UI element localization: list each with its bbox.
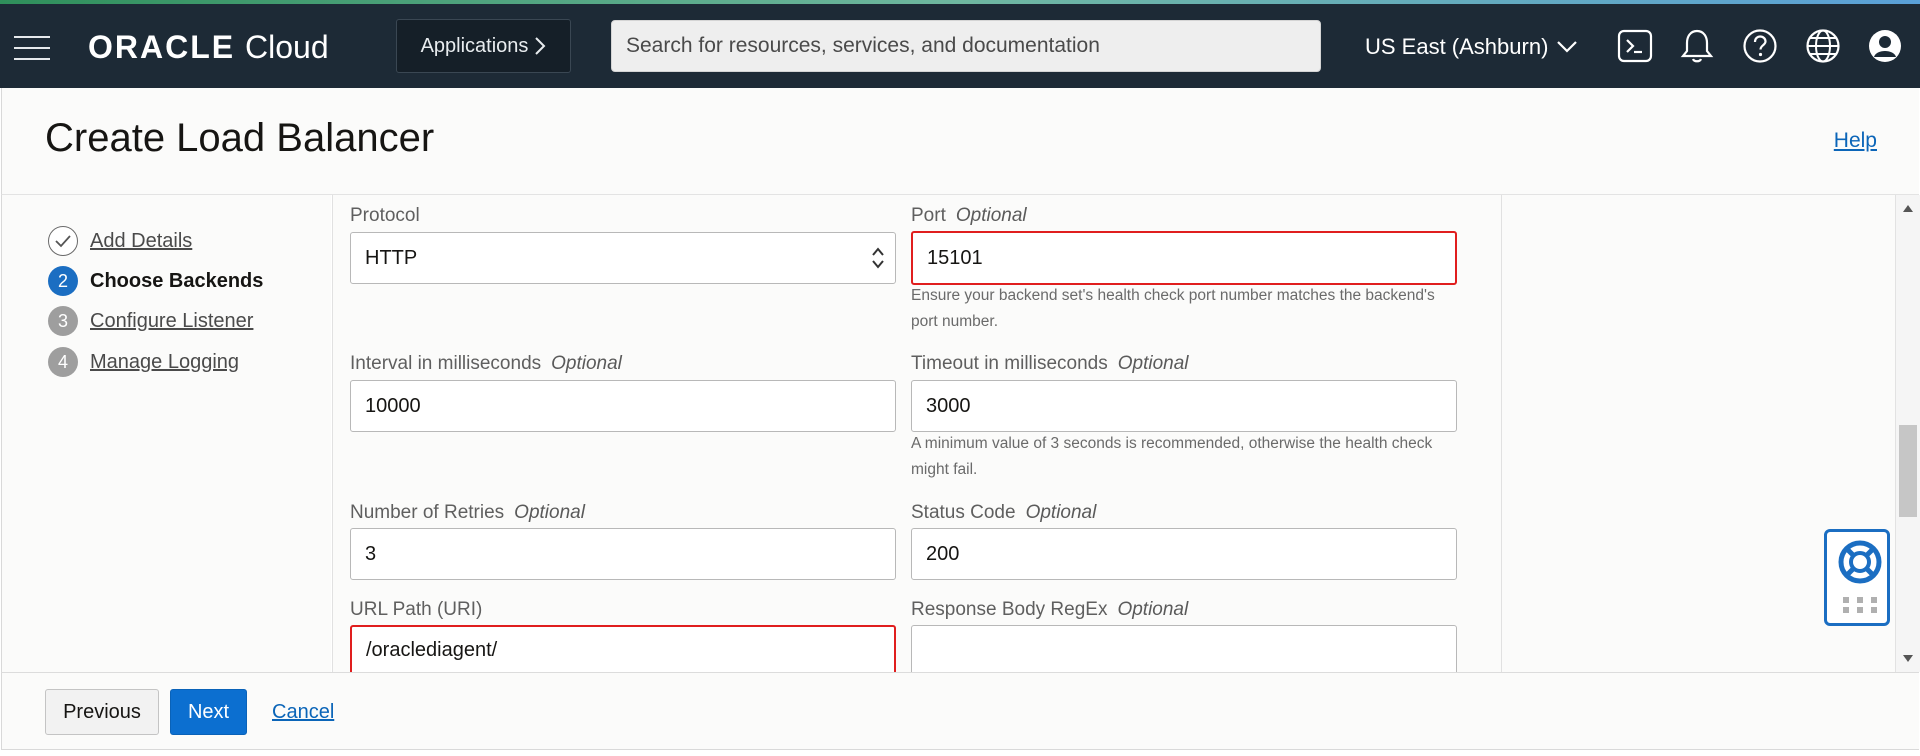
oracle-cloud-logo[interactable]: ORACLE Cloud xyxy=(88,29,329,66)
bell-icon[interactable] xyxy=(1679,28,1715,64)
region-selector[interactable]: US East (Ashburn) xyxy=(1365,34,1578,60)
search-input[interactable] xyxy=(611,20,1321,72)
checkmark-icon xyxy=(48,226,78,256)
port-label: Port Optional xyxy=(911,205,1027,226)
applications-button-label: Applications xyxy=(420,34,529,57)
url-path-input[interactable] xyxy=(350,625,896,672)
grip-dots-icon xyxy=(1843,597,1877,613)
wizard-footer: Previous Next Cancel xyxy=(1,672,1919,750)
cancel-link[interactable]: Cancel xyxy=(272,701,334,724)
scroll-thumb[interactable] xyxy=(1899,425,1917,517)
select-arrows-icon xyxy=(872,247,884,269)
status-code-input[interactable] xyxy=(911,528,1457,580)
protocol-value: HTTP xyxy=(365,247,418,269)
globe-icon[interactable] xyxy=(1805,28,1841,64)
port-input[interactable] xyxy=(911,231,1457,285)
step-label[interactable]: Configure Listener xyxy=(90,310,253,333)
step-choose-backends: 2 Choose Backends xyxy=(48,266,263,296)
protocol-select[interactable]: HTTP xyxy=(350,232,896,284)
scroll-down-arrow-icon[interactable] xyxy=(1903,655,1913,662)
retries-input[interactable] xyxy=(350,528,896,580)
step-configure-listener[interactable]: 3 Configure Listener xyxy=(48,306,253,336)
lifebuoy-icon xyxy=(1838,540,1882,584)
url-path-label: URL Path (URI) xyxy=(350,599,483,620)
status-code-label: Status Code Optional xyxy=(911,502,1097,523)
protocol-label: Protocol xyxy=(350,205,420,226)
next-button[interactable]: Next xyxy=(170,689,247,735)
step-number: 3 xyxy=(48,306,78,336)
user-avatar-icon[interactable] xyxy=(1867,28,1903,64)
help-link[interactable]: Help xyxy=(1834,129,1877,153)
interval-input[interactable] xyxy=(350,380,896,432)
timeout-hint: A minimum value of 3 seconds is recommen… xyxy=(911,435,1433,478)
step-number: 4 xyxy=(48,347,78,377)
cloud-shell-icon[interactable] xyxy=(1617,28,1653,64)
applications-button[interactable]: Applications xyxy=(396,19,571,73)
step-add-details[interactable]: Add Details xyxy=(48,226,192,256)
health-check-form: Protocol HTTP PortOptional Ensure your b… xyxy=(332,195,1502,672)
vertical-scrollbar[interactable] xyxy=(1895,195,1920,672)
previous-button[interactable]: Previous xyxy=(45,689,159,735)
help-icon[interactable] xyxy=(1742,28,1778,64)
timeout-label: Timeout in milliseconds Optional xyxy=(911,353,1189,374)
timeout-input[interactable] xyxy=(911,380,1457,432)
hamburger-menu-icon[interactable] xyxy=(14,36,50,60)
response-regex-input[interactable] xyxy=(911,625,1457,672)
region-label: US East (Ashburn) xyxy=(1365,34,1549,59)
step-label[interactable]: Manage Logging xyxy=(90,351,239,374)
page-header: Create Load Balancer Help xyxy=(1,88,1919,195)
step-label[interactable]: Add Details xyxy=(90,230,192,253)
step-number: 2 xyxy=(48,266,78,296)
step-manage-logging[interactable]: 4 Manage Logging xyxy=(48,347,239,377)
help-widget[interactable] xyxy=(1824,529,1890,626)
chevron-down-icon xyxy=(1557,41,1578,53)
response-regex-label: Response Body RegEx Optional xyxy=(911,599,1189,620)
top-navigation-bar: ORACLE Cloud Applications US East (Ashbu… xyxy=(0,4,1920,88)
scroll-up-arrow-icon[interactable] xyxy=(1903,205,1913,212)
step-label: Choose Backends xyxy=(90,269,264,292)
interval-label: Interval in milliseconds Optional xyxy=(350,353,622,374)
wizard-steps: Add Details 2 Choose Backends 3 Configur… xyxy=(1,195,331,672)
page-title: Create Load Balancer xyxy=(45,116,435,160)
retries-label: Number of Retries Optional xyxy=(350,502,585,523)
port-hint: Ensure your backend set's health check p… xyxy=(911,287,1435,330)
chevron-right-icon xyxy=(535,37,546,55)
